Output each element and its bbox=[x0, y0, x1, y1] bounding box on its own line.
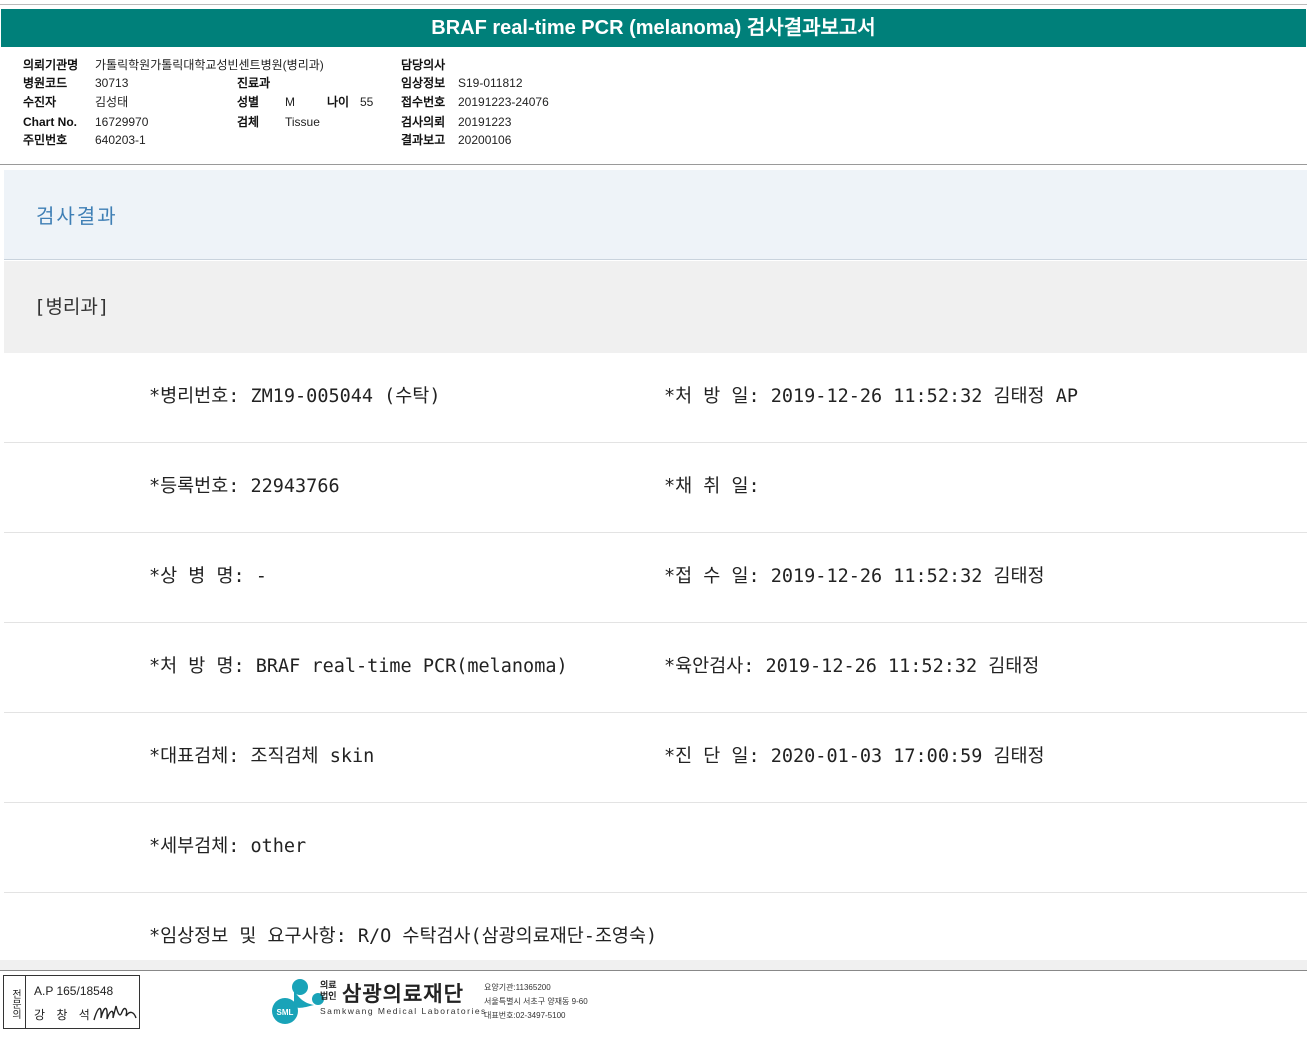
request-label: 검사의뢰 bbox=[401, 115, 446, 129]
stamp-vertical-label: 전문의 bbox=[4, 976, 26, 1028]
result-header: 검사결과 bbox=[4, 170, 1307, 260]
clinical-info-label: 임상정보 bbox=[401, 76, 446, 90]
chart-value: 16729970 bbox=[95, 115, 149, 129]
rrn-value: 640203-1 bbox=[95, 133, 146, 147]
report-date-value: 20200106 bbox=[458, 133, 512, 147]
rrn-label: 주민번호 bbox=[23, 133, 68, 147]
institution-code: 요양기관:11365200 bbox=[484, 983, 551, 992]
corp-name: 삼광의료재단 bbox=[342, 983, 464, 1006]
phone-line: 대표번호:02-3497-5100 bbox=[484, 1011, 566, 1020]
result-row: *상 병 명: - *접 수 일: 2019-12-26 11:52:32 김태… bbox=[4, 533, 1307, 623]
result-row-right: *처 방 일: 2019-12-26 11:52:32 김태정 AP bbox=[664, 386, 1078, 407]
result-row-left: *병리번호: ZM19-005044 (수탁) bbox=[149, 386, 441, 407]
age-value: 55 bbox=[360, 95, 374, 109]
report-date-label: 결과보고 bbox=[401, 133, 446, 147]
result-row: *처 방 명: BRAF real-time PCR(melanoma) *육안… bbox=[4, 623, 1307, 713]
corp-english-name: Samkwang Medical Laboratories bbox=[320, 1006, 487, 1016]
accession-label: 접수번호 bbox=[401, 95, 446, 109]
stamp-name: 강 창 석 bbox=[34, 1008, 94, 1022]
result-row-left: *임상정보 및 요구사항: R/O 수탁검사(삼광의료재단-조영숙) bbox=[149, 926, 658, 947]
corp-address: 요양기관:11365200 서울특별시 서초구 양재동 9-60 대표번호:02… bbox=[484, 981, 588, 1023]
corp-type: 의료법인 bbox=[320, 980, 337, 1001]
address-line: 서울특별시 서초구 양재동 9-60 bbox=[484, 997, 588, 1006]
logo-badge-text: SML bbox=[277, 1008, 294, 1017]
stamp-ap-number: A.P 165/18548 bbox=[34, 984, 114, 998]
chart-label: Chart No. bbox=[23, 115, 77, 129]
result-row-right: *진 단 일: 2020-01-03 17:00:59 김태정 bbox=[664, 746, 1045, 767]
patient-value: 김성태 bbox=[95, 95, 129, 109]
hospital-code-value: 30713 bbox=[95, 76, 129, 90]
specimen-label: 검체 bbox=[237, 115, 260, 129]
department-header: [병리과] bbox=[4, 261, 1307, 353]
age-label: 나이 bbox=[327, 95, 350, 109]
result-row-right: *채 취 일: bbox=[664, 476, 760, 497]
result-row-left: *등록번호: 22943766 bbox=[149, 476, 340, 497]
sex-label: 성별 bbox=[237, 95, 260, 109]
signature-icon bbox=[93, 1005, 137, 1021]
result-heading: 검사결과 bbox=[36, 204, 118, 228]
hospital-code-label: 병원코드 bbox=[23, 76, 68, 90]
specimen-value: Tissue bbox=[285, 115, 320, 129]
result-row: *병리번호: ZM19-005044 (수탁) *처 방 일: 2019-12-… bbox=[4, 353, 1307, 443]
top-rule bbox=[0, 4, 1307, 5]
result-row-right: *접 수 일: 2019-12-26 11:52:32 김태정 bbox=[664, 566, 1045, 587]
clinical-info-value: S19-011812 bbox=[458, 76, 523, 90]
result-row-left: *세부검체: other bbox=[149, 836, 307, 857]
bottom-band bbox=[0, 960, 1307, 970]
attending-label: 담당의사 bbox=[401, 58, 446, 72]
result-row: *등록번호: 22943766 *채 취 일: bbox=[4, 443, 1307, 533]
department-title: [병리과] bbox=[34, 296, 110, 318]
bottom-rule bbox=[0, 970, 1307, 971]
institution-value: 가톨릭학원가톨릭대학교성빈센트병원(병리과) bbox=[95, 58, 324, 72]
result-row: *세부검체: other bbox=[4, 803, 1307, 893]
accession-value: 20191223-24076 bbox=[458, 95, 549, 109]
result-row-left: *처 방 명: BRAF real-time PCR(melanoma) bbox=[149, 656, 568, 677]
request-value: 20191223 bbox=[458, 115, 512, 129]
result-row-left: *대표검체: 조직검체 skin bbox=[149, 746, 375, 767]
patient-label: 수진자 bbox=[23, 95, 57, 109]
result-row-right: *육안검사: 2019-12-26 11:52:32 김태정 bbox=[664, 656, 1040, 677]
result-row-left: *상 병 명: - bbox=[149, 566, 267, 587]
institution-label: 의뢰기관명 bbox=[23, 58, 79, 72]
info-divider bbox=[0, 164, 1307, 165]
report-title: BRAF real-time PCR (melanoma) 검사결과보고서 bbox=[1, 9, 1306, 47]
result-row: *대표검체: 조직검체 skin *진 단 일: 2020-01-03 17:0… bbox=[4, 713, 1307, 803]
pathologist-stamp: 전문의 A.P 165/18548 강 창 석 bbox=[3, 975, 140, 1029]
sex-value: M bbox=[285, 95, 295, 109]
department-label: 진료과 bbox=[237, 76, 271, 90]
